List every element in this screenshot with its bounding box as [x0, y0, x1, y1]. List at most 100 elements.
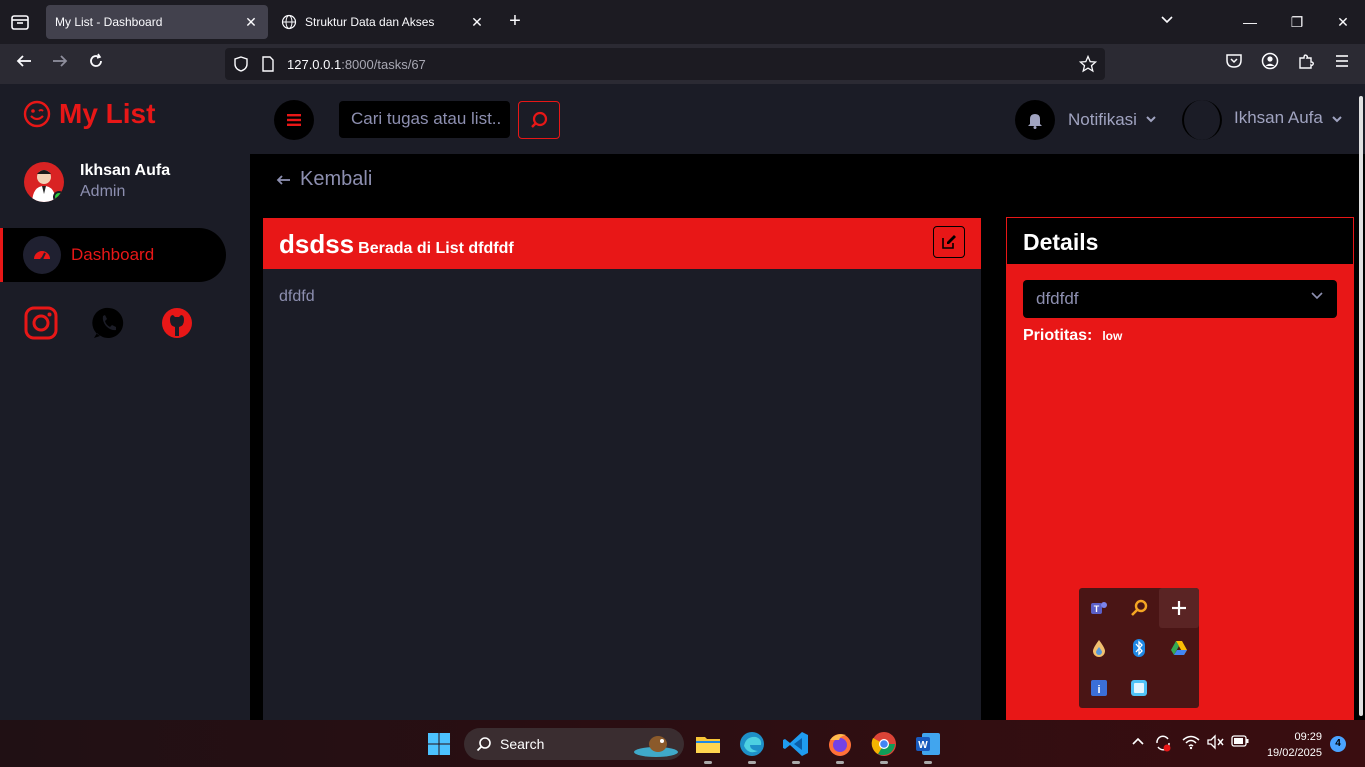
shield-icon[interactable]: [233, 56, 249, 72]
edge-icon[interactable]: [738, 730, 766, 764]
url-bar[interactable]: 127.0.0.1:8000/tasks/67: [225, 48, 1105, 80]
extensions-icon[interactable]: [1294, 52, 1318, 76]
user-role: Admin: [80, 183, 126, 200]
list-select[interactable]: dfdfdf: [1023, 280, 1337, 318]
word-icon[interactable]: W: [914, 730, 942, 764]
edit-task-button[interactable]: [933, 226, 965, 258]
clock-date: 19/02/2025: [1266, 747, 1322, 759]
minimize-icon[interactable]: —: [1238, 10, 1262, 34]
github-icon[interactable]: [160, 306, 194, 340]
bookmark-star-icon[interactable]: [1079, 55, 1097, 73]
tab-title: Struktur Data dan Akses: [305, 15, 435, 29]
tray-chevron-up-icon[interactable]: [1128, 734, 1148, 754]
droplet-icon[interactable]: [1079, 628, 1119, 668]
wifi-icon[interactable]: [1181, 734, 1201, 754]
top-bar: Cari tugas atau list.. Notifikasi Ikhsan…: [250, 84, 1365, 154]
new-tab-icon[interactable]: +: [504, 10, 526, 32]
search-input[interactable]: Cari tugas atau list..: [339, 101, 510, 138]
taskbar-clock[interactable]: 09:29 19/02/2025: [1258, 729, 1322, 761]
running-indicator: [748, 761, 756, 764]
notifications-label: Notifikasi: [1068, 110, 1137, 129]
search-icon: [531, 111, 548, 128]
instagram-icon[interactable]: [24, 306, 58, 340]
chevron-down-icon: [1331, 113, 1343, 127]
windows-start-icon[interactable]: [427, 732, 451, 756]
user-avatar: [1182, 100, 1222, 140]
bell-icon: [1015, 100, 1055, 140]
pocket-icon[interactable]: [1222, 52, 1246, 76]
list-select-value: dfdfdf: [1036, 289, 1079, 308]
chevron-down-icon: [1145, 113, 1157, 127]
vscode-icon[interactable]: [782, 730, 810, 764]
app-logo[interactable]: My List: [23, 98, 155, 130]
notifications-menu[interactable]: Notifikasi: [1015, 100, 1157, 140]
edit-icon: [942, 235, 956, 249]
tab-overflow-chevron-icon[interactable]: [1155, 10, 1179, 34]
plus-icon[interactable]: [1159, 588, 1199, 628]
tab-title: My List - Dashboard: [55, 15, 163, 29]
priority-value: low: [1102, 329, 1123, 343]
user-name: Ikhsan Aufa: [80, 162, 171, 179]
chrome-icon[interactable]: [870, 730, 898, 764]
firefox-icon[interactable]: [826, 730, 854, 764]
menu-toggle-button[interactable]: [274, 100, 314, 140]
clock-time: 09:29: [1294, 731, 1322, 743]
globe-icon: [281, 14, 297, 30]
details-header: Details: [1007, 218, 1353, 264]
tray-overflow-popup: T i: [1079, 588, 1199, 708]
svg-text:i: i: [1097, 684, 1100, 696]
online-status-dot: [53, 191, 64, 202]
browser-tab-bar: My List - Dashboard ✕ Struktur Data dan …: [0, 0, 1365, 44]
reload-icon[interactable]: [84, 52, 108, 76]
close-window-icon[interactable]: ✕: [1331, 10, 1355, 34]
sidebar-item-label: Dashboard: [71, 245, 155, 264]
arrow-left-icon: [276, 174, 290, 185]
taskbar-search[interactable]: Search: [464, 728, 684, 760]
teams-icon[interactable]: T: [1079, 588, 1119, 628]
speedometer-icon: [23, 236, 61, 274]
priority-row: Priotitas: low: [1023, 327, 1122, 345]
search-button[interactable]: [518, 101, 560, 139]
task-description: dfdfd: [279, 288, 315, 305]
notification-count-badge[interactable]: 4: [1330, 736, 1346, 752]
task-header: dsdss Berada di List dfdfdf: [263, 218, 981, 269]
back-arrow-icon[interactable]: [12, 52, 36, 76]
page-scrollbar[interactable]: [1359, 96, 1363, 716]
tab-list-icon[interactable]: [8, 10, 32, 34]
app-window-icon[interactable]: [1119, 668, 1159, 708]
tab-struktur-data[interactable]: Struktur Data dan Akses ✕: [272, 5, 494, 39]
windows-taskbar: Search W 09:29 19/02/2025 4: [0, 720, 1365, 767]
sidebar-user-card: Ikhsan Aufa Admin: [24, 162, 234, 206]
back-link[interactable]: Kembali: [276, 168, 372, 191]
search-highlight-icon: [634, 736, 678, 757]
user-menu[interactable]: Ikhsan Aufa: [1182, 100, 1343, 140]
taskbar-search-label: Search: [500, 736, 545, 752]
sidebar-item-dashboard[interactable]: Dashboard: [0, 228, 226, 282]
sidebar: My List Ikhsan Aufa Admin Dashboard: [0, 84, 250, 720]
running-indicator: [880, 761, 888, 764]
menu-hamburger-icon[interactable]: [1330, 52, 1354, 76]
url-text: 127.0.0.1:8000/tasks/67: [287, 57, 426, 72]
whatsapp-icon[interactable]: [92, 306, 126, 340]
restore-icon[interactable]: ❐: [1285, 10, 1309, 34]
close-tab-icon[interactable]: ✕: [468, 13, 486, 31]
account-icon[interactable]: [1258, 52, 1282, 76]
bluetooth-icon[interactable]: [1119, 628, 1159, 668]
running-indicator: [836, 761, 844, 764]
google-drive-icon[interactable]: [1159, 628, 1199, 668]
task-title: dsdss Berada di List dfdfdf: [279, 229, 514, 259]
search-icon: [476, 737, 491, 752]
volume-muted-icon[interactable]: [1205, 734, 1225, 754]
close-tab-icon[interactable]: ✕: [242, 13, 260, 31]
tab-my-list[interactable]: My List - Dashboard ✕: [46, 5, 268, 39]
forward-arrow-icon[interactable]: [48, 52, 72, 76]
running-indicator: [924, 761, 932, 764]
browser-nav-bar: 127.0.0.1:8000/tasks/67: [0, 44, 1365, 84]
sync-icon[interactable]: [1153, 734, 1173, 754]
magnifier-app-icon[interactable]: [1119, 588, 1159, 628]
battery-icon[interactable]: [1230, 734, 1250, 754]
file-explorer-icon[interactable]: [694, 730, 722, 764]
info-app-icon[interactable]: i: [1079, 668, 1119, 708]
svg-text:W: W: [918, 740, 928, 751]
page-icon: [262, 56, 274, 72]
